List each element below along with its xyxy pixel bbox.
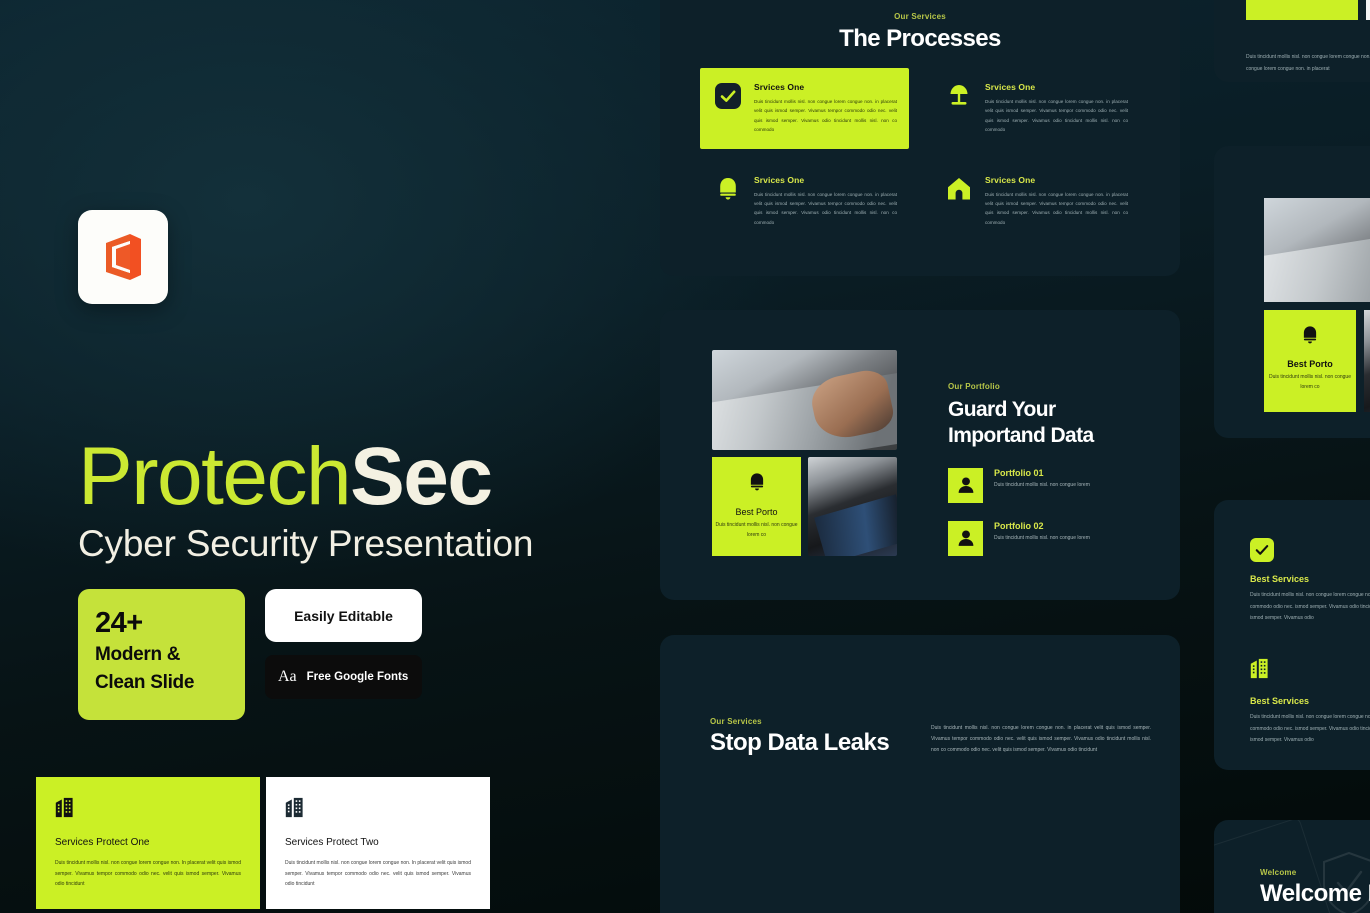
process-card-title: Srvices One bbox=[754, 174, 805, 185]
process-card-body: Duis tincidunt mollis nisl. non congue l… bbox=[985, 191, 1128, 225]
free-fonts-badge: Aa Free Google Fonts bbox=[265, 655, 422, 699]
slide-title: Stop Data Leaks bbox=[710, 729, 890, 756]
hero-badges: 24+ Modern & Clean Slide Easily Editable… bbox=[78, 589, 422, 720]
easily-editable-label: Easily Editable bbox=[294, 607, 393, 624]
slide-count-badge: 24+ Modern & Clean Slide bbox=[78, 589, 245, 720]
slide-partial-best-services[interactable]: Best Services Duis tincidunt mollis nisl… bbox=[1214, 500, 1370, 770]
title-primary: Protech bbox=[78, 431, 352, 522]
service-block[interactable]: Best Services Duis tincidunt mollis nisl… bbox=[1250, 538, 1370, 625]
service-block-title: Best Services bbox=[1250, 696, 1310, 706]
portfolio-text-column: Our Portfolio Guard Your Importand Data P… bbox=[948, 382, 1148, 556]
best-porto-title: Best Porto bbox=[735, 507, 778, 517]
best-porto-title: Best Porto bbox=[1287, 359, 1333, 369]
slide-title-line1: Guard Your bbox=[948, 398, 1056, 421]
buildings-icon bbox=[1250, 658, 1274, 683]
slide-header: Our Services Stop Data Leaks bbox=[710, 717, 890, 757]
slide-description: Duis tincidunt mollis nisl. non congue l… bbox=[931, 725, 1151, 753]
portfolio-list-item[interactable]: Portfolio 02 Duis tincidunt mollis nisl.… bbox=[948, 520, 1148, 556]
portfolio-item-body: Duis tincidunt mollis nisl. non congue l… bbox=[994, 481, 1090, 488]
devices-photo bbox=[1364, 310, 1370, 412]
slide-title: The Processes bbox=[839, 25, 1001, 52]
partial-green-chip: non congue lorem congue non. in placerat… bbox=[1246, 0, 1358, 20]
protection-card-body: Duis tincidunt mollis nisl. non congue l… bbox=[285, 860, 471, 887]
slide-title-line2: Importand Data bbox=[948, 424, 1094, 448]
process-card-grid: Srvices One Duis tincidunt mollis nisl. … bbox=[700, 68, 1140, 241]
service-block-title: Best Services bbox=[1250, 574, 1310, 584]
protection-card-title: Services Protect Two bbox=[285, 837, 379, 848]
best-porto-body: Duis tincidunt mollis nisl. non congue l… bbox=[1269, 374, 1351, 390]
bell-icon bbox=[1299, 324, 1321, 351]
slide-eyebrow: Welcome bbox=[1260, 868, 1297, 877]
process-card[interactable]: Srvices One Duis tincidunt mollis nisl. … bbox=[931, 68, 1140, 149]
bell-icon bbox=[714, 175, 742, 203]
slide-count-caption-1: Modern & bbox=[95, 644, 181, 666]
best-porto-card[interactable]: Best Porto Duis tincidunt mollis nisl. n… bbox=[712, 457, 801, 556]
portfolio-list-item[interactable]: Portfolio 01 Duis tincidunt mollis nisl.… bbox=[948, 467, 1148, 503]
slide-stop-data-leaks[interactable]: Our Services Stop Data Leaks Duis tincid… bbox=[660, 635, 1180, 913]
check-square-icon bbox=[714, 82, 742, 110]
partial-white-chip bbox=[1366, 0, 1370, 20]
person-icon bbox=[948, 520, 983, 556]
buildings-icon bbox=[55, 797, 79, 822]
protection-card-body: Duis tincidunt mollis nisl. non congue l… bbox=[55, 860, 241, 887]
protection-card-row: Services Protect One Duis tincidunt moll… bbox=[36, 777, 490, 909]
slide-count: 24+ bbox=[95, 607, 143, 639]
protection-card[interactable]: Services Protect Two Duis tincidunt moll… bbox=[266, 777, 490, 909]
slide-partial-top[interactable]: non congue lorem congue non. in placerat… bbox=[1214, 0, 1370, 82]
process-card-title: Srvices One bbox=[985, 174, 1036, 185]
laptop-typing-photo bbox=[712, 350, 897, 450]
slide-count-caption-2: Clean Slide bbox=[95, 671, 195, 693]
typography-icon: Aa bbox=[278, 668, 297, 685]
slide-partial-portfolio[interactable]: Best Porto Duis tincidunt mollis nisl. n… bbox=[1214, 146, 1370, 438]
slide-title: Guard Your Importand Data bbox=[948, 397, 1148, 450]
slide-title: Welcome Protech bbox=[1260, 880, 1370, 907]
process-card-title: Srvices One bbox=[754, 82, 805, 92]
person-icon bbox=[948, 467, 983, 503]
portfolio-item-title: Portfolio 02 bbox=[994, 520, 1044, 531]
slide-guard-your-important-data[interactable]: Best Porto Duis tincidunt mollis nisl. n… bbox=[660, 310, 1180, 600]
process-card[interactable]: Srvices One Duis tincidunt mollis nisl. … bbox=[700, 68, 909, 149]
check-square-icon bbox=[1250, 538, 1274, 562]
best-porto-card[interactable]: Best Porto Duis tincidunt mollis nisl. n… bbox=[1264, 310, 1356, 412]
easily-editable-badge: Easily Editable bbox=[265, 589, 422, 642]
process-card-body: Duis tincidunt mollis nisl. non congue l… bbox=[754, 191, 897, 225]
slide-header: Our Services The Processes bbox=[660, 0, 1180, 53]
desk-lamp-icon bbox=[945, 82, 973, 110]
hero-section: ProtechSec Cyber Security Presentation bbox=[78, 210, 638, 565]
best-porto-body: Duis tincidunt mollis nisl. non congue l… bbox=[715, 522, 798, 538]
process-card[interactable]: Srvices One Duis tincidunt mollis nisl. … bbox=[700, 161, 909, 242]
laptop-typing-photo bbox=[1264, 198, 1370, 302]
title-secondary: Sec bbox=[350, 431, 493, 522]
buildings-icon bbox=[285, 797, 309, 822]
partial-body-text: Duis tincidunt mollis nisl. non congue l… bbox=[1246, 54, 1370, 72]
devices-photo bbox=[808, 457, 897, 556]
bell-icon bbox=[746, 471, 768, 498]
service-block-body: Duis tincidunt mollis nisl. non congue l… bbox=[1250, 592, 1370, 621]
home-icon bbox=[945, 175, 973, 203]
portfolio-item-title: Portfolio 01 bbox=[994, 467, 1044, 478]
hero-subtitle: Cyber Security Presentation bbox=[78, 522, 534, 564]
slide-the-processes[interactable]: Our Services The Processes Srvices One D… bbox=[660, 0, 1180, 276]
slide-eyebrow: Our Services bbox=[710, 717, 762, 726]
slide-partial-welcome[interactable]: Welcome Welcome Protech bbox=[1214, 820, 1370, 913]
slide-eyebrow: Our Portfolio bbox=[948, 382, 1000, 391]
microsoft-office-icon bbox=[78, 210, 168, 304]
portfolio-image-collage: Best Porto Duis tincidunt mollis nisl. n… bbox=[712, 350, 897, 556]
free-fonts-label: Free Google Fonts bbox=[306, 671, 409, 683]
protection-card-title: Services Protect One bbox=[55, 837, 150, 848]
page-title: ProtechSec bbox=[78, 436, 638, 518]
process-card-body: Duis tincidunt mollis nisl. non congue l… bbox=[754, 99, 897, 133]
process-card[interactable]: Srvices One Duis tincidunt mollis nisl. … bbox=[931, 161, 1140, 242]
portfolio-item-body: Duis tincidunt mollis nisl. non congue l… bbox=[994, 534, 1090, 541]
slide-eyebrow: Our Services bbox=[894, 12, 946, 21]
service-block[interactable]: Best Services Duis tincidunt mollis nisl… bbox=[1250, 658, 1370, 747]
process-card-title: Srvices One bbox=[985, 82, 1036, 92]
process-card-body: Duis tincidunt mollis nisl. non congue l… bbox=[985, 99, 1128, 133]
service-block-body: Duis tincidunt mollis nisl. non congue l… bbox=[1250, 714, 1370, 743]
protection-card[interactable]: Services Protect One Duis tincidunt moll… bbox=[36, 777, 260, 909]
